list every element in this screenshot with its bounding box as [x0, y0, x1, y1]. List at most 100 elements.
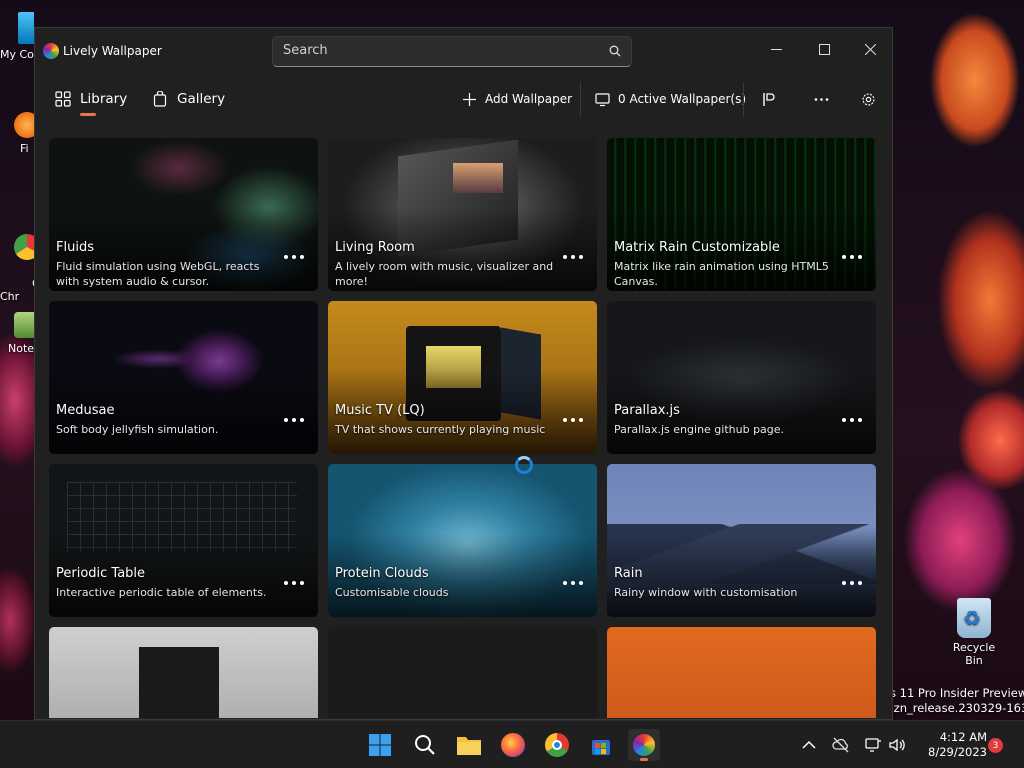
app-title: Lively Wallpaper [63, 44, 162, 58]
wallpaper-description: Matrix like rain animation using HTML5 C… [614, 260, 829, 288]
active-tab-indicator [80, 113, 96, 116]
volume-icon[interactable] [888, 736, 906, 754]
control-panel-button[interactable] [762, 86, 777, 112]
wallpaper-more-button[interactable] [284, 578, 304, 588]
monitor-icon [595, 92, 610, 106]
wallpaper-card[interactable]: Rain Rainy window with customisation [607, 464, 876, 617]
toolbar-divider [743, 82, 744, 116]
lively-wallpaper-window: Lively Wallpaper Library [34, 27, 893, 720]
wallpaper-card[interactable]: Matrix Rain Customizable Matrix like rai… [607, 138, 876, 291]
wallpaper-card[interactable]: Fluids Fluid simulation using WebGL, rea… [49, 138, 318, 291]
search-input[interactable] [283, 43, 593, 58]
cloud-offline-icon[interactable] [832, 736, 850, 754]
clock-date: 8/29/2023 [928, 745, 987, 759]
gear-icon [862, 92, 875, 106]
taskbar-search-button[interactable] [409, 729, 441, 761]
tab-gallery-label: Gallery [177, 91, 226, 107]
wallpaper-description: Rainy window with customisation [614, 586, 798, 599]
wallpaper-card[interactable] [328, 627, 597, 718]
close-icon [864, 43, 876, 55]
windows-watermark: s 11 Pro Insider Preview .zn_release.230… [890, 686, 1024, 716]
wallpaper-more-button[interactable] [563, 578, 583, 588]
taskbar-firefox[interactable] [497, 729, 529, 761]
wallpaper-more-button[interactable] [563, 252, 583, 262]
tab-library[interactable]: Library [55, 86, 127, 112]
start-button[interactable] [364, 729, 396, 761]
watermark-line-2: .zn_release.230329-1632 [890, 701, 1024, 715]
settings-button[interactable] [861, 86, 876, 112]
search-icon[interactable] [609, 45, 621, 57]
toolbar-divider [580, 82, 581, 116]
chevron-up-icon[interactable] [800, 736, 818, 754]
wallpaper-more-button[interactable] [842, 578, 862, 588]
plus-icon [463, 92, 476, 106]
add-wallpaper-button[interactable]: Add Wallpaper [462, 86, 572, 112]
search-icon [415, 735, 435, 755]
wallpaper-title: Music TV (LQ) [335, 403, 425, 418]
desktop-icon-label: My Co [0, 48, 34, 61]
desktop-icon-recycle-bin[interactable]: Recycle Bin [944, 598, 1004, 667]
wallpaper-more-button[interactable] [284, 415, 304, 425]
wallpaper-description: A lively room with music, visualizer and… [335, 260, 554, 288]
desktop-icon-firefox[interactable]: Fi [0, 112, 34, 155]
close-button[interactable] [848, 34, 892, 64]
windows-logo-icon [369, 734, 391, 756]
network-icon[interactable] [864, 736, 882, 754]
search-box[interactable] [272, 36, 632, 67]
wallpaper-title: Protein Clouds [335, 566, 429, 581]
tab-gallery[interactable]: Gallery [152, 86, 225, 112]
chrome-icon [545, 733, 569, 757]
active-wallpapers-button[interactable]: 0 Active Wallpaper(s) [595, 86, 746, 112]
wallpaper-card[interactable]: Medusae Soft body jellyfish simulation. [49, 301, 318, 454]
active-wallpapers-label: 0 Active Wallpaper(s) [618, 92, 747, 106]
wallpaper-card[interactable]: Living Room A lively room with music, vi… [328, 138, 597, 291]
desktop-icon-label: Note [8, 342, 34, 355]
toolbar: Library Gallery Add Wallpaper 0 Active W… [35, 78, 892, 120]
lively-logo-icon [43, 43, 59, 59]
flag-icon [763, 92, 775, 106]
lively-logo-icon [633, 734, 655, 756]
wallpaper-description: Customisable clouds [335, 586, 449, 599]
clock-time: 4:12 AM [939, 730, 987, 744]
taskbar-chrome[interactable] [541, 729, 573, 761]
active-app-indicator [640, 758, 648, 761]
wallpaper-card[interactable] [49, 627, 318, 718]
wallpaper-title: Parallax.js [614, 403, 680, 418]
loading-spinner-icon [515, 456, 533, 474]
desktop-icon-my-computer[interactable]: My Co [0, 12, 34, 61]
wallpaper-more-button[interactable] [563, 415, 583, 425]
wallpaper-card[interactable]: Protein Clouds Customisable clouds [328, 464, 597, 617]
tab-library-label: Library [80, 91, 128, 107]
recycle-bin-icon [957, 598, 991, 638]
title-bar[interactable]: Lively Wallpaper [35, 28, 892, 72]
wallpaper-title: Medusae [56, 403, 115, 418]
taskbar-microsoft-store[interactable] [585, 729, 617, 761]
desktop-icon-notepad[interactable]: Note [0, 312, 34, 355]
wallpaper-description: Soft body jellyfish simulation. [56, 423, 219, 436]
notification-badge[interactable]: 3 [988, 738, 1003, 753]
system-clock[interactable]: 4:12 AM 8/29/2023 [913, 730, 987, 760]
grid-icon [55, 91, 71, 107]
taskbar: 4:12 AM 8/29/2023 3 [0, 720, 1024, 768]
wallpaper-card[interactable]: Music TV (LQ) TV that shows currently pl… [328, 301, 597, 454]
wallpaper-title: Rain [614, 566, 643, 581]
wallpaper-card[interactable]: Periodic Table Interactive periodic tabl… [49, 464, 318, 617]
taskbar-lively-wallpaper[interactable] [628, 729, 660, 761]
watermark-line-1: s 11 Pro Insider Preview [890, 686, 1024, 700]
minimize-icon [770, 48, 782, 50]
more-options-button[interactable] [814, 86, 829, 112]
wallpaper-more-button[interactable] [842, 252, 862, 262]
maximize-button[interactable] [802, 34, 846, 64]
desktop-icon-label: Go Chr [0, 277, 34, 303]
wallpaper-more-button[interactable] [284, 252, 304, 262]
desktop-icon-chrome[interactable]: Go Chr [0, 208, 34, 316]
wallpaper-card[interactable] [607, 627, 876, 718]
wallpaper-title: Living Room [335, 240, 415, 255]
store-icon [592, 740, 610, 755]
desktop-icon-label: Fi [20, 142, 29, 155]
wallpaper-more-button[interactable] [842, 415, 862, 425]
minimize-button[interactable] [754, 34, 798, 64]
taskbar-file-explorer[interactable] [453, 729, 485, 761]
wallpaper-description: Fluid simulation using WebGL, reacts wit… [56, 260, 260, 288]
wallpaper-card[interactable]: Parallax.js Parallax.js engine github pa… [607, 301, 876, 454]
